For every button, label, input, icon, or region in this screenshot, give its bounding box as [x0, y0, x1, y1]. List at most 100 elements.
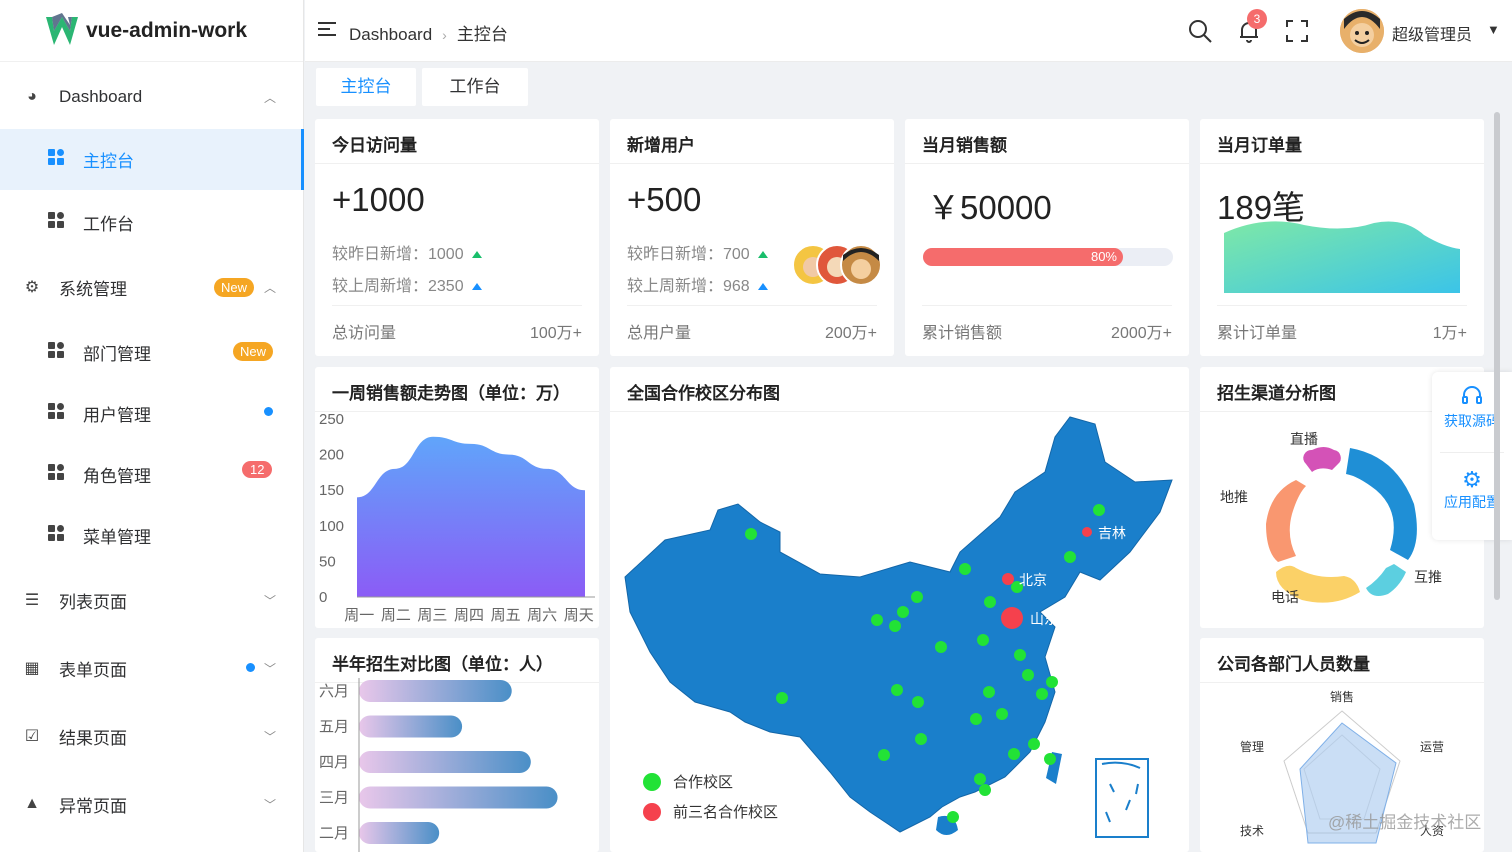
card-title: 当月销售额	[922, 136, 1007, 155]
footer-label: 累计订单量	[1217, 325, 1298, 342]
donut-slice-mutual	[1366, 564, 1406, 596]
divider	[610, 163, 894, 164]
get-source-button[interactable]: 获取源码	[1432, 384, 1512, 431]
campus-dot	[776, 692, 788, 704]
sidebar-item-system[interactable]: ⚙ 系统管理 New ︿	[0, 256, 304, 318]
avatar[interactable]	[1340, 9, 1384, 53]
grid-icon	[46, 211, 66, 233]
app-name: vue-admin-work	[86, 18, 248, 42]
breadcrumb-item[interactable]: Dashboard	[349, 25, 432, 44]
sidebar-item-dashboard[interactable]: ◕ Dashboard ︿	[0, 66, 304, 128]
footer-value: 200万+	[824, 325, 877, 342]
donut-slice-ground	[1266, 480, 1306, 562]
chevron-up-icon: ︿	[264, 280, 277, 295]
chart-label: 互推	[1414, 569, 1442, 585]
sidebar-item-result[interactable]: ☑ 结果页面 ﹀	[0, 706, 304, 766]
up-arrow-icon	[471, 283, 482, 291]
sidebar-item-label: 用户管理	[83, 405, 151, 425]
user-name[interactable]: 超级管理员	[1392, 21, 1472, 45]
legend-label: 前三名合作校区	[673, 804, 778, 821]
divider	[627, 305, 877, 306]
chevron-down-icon: ﹀	[264, 797, 277, 812]
sidebar-item-exception[interactable]: ▲ 异常页面 ﹀	[0, 774, 304, 834]
bar	[359, 680, 512, 702]
stat-sub-text: 较昨日新增：1000	[332, 246, 464, 263]
campus-dot	[911, 591, 923, 603]
table-icon: ▦	[24, 660, 40, 677]
user-avatars-group	[792, 244, 882, 286]
orders-sparkline	[1224, 221, 1460, 293]
sidebar-item-label: Dashboard	[59, 87, 143, 106]
chart-label: 直播	[1290, 431, 1318, 447]
sidebar-item-workbench[interactable]: 工作台	[0, 192, 304, 252]
up-arrow-icon	[757, 283, 768, 291]
campus-dot	[1036, 688, 1048, 700]
logo-icon	[46, 12, 78, 45]
campus-dot	[1064, 551, 1076, 563]
y-tick-label: 五月	[319, 719, 349, 736]
up-arrow-icon	[471, 251, 482, 259]
notification-badge: 3	[1247, 9, 1267, 29]
user-avatar-icon	[1340, 9, 1384, 53]
breadcrumb: Dashboard › 主控台	[349, 20, 508, 45]
stat-card-orders: 当月订单量 189笔 累计订单量 1万+	[1200, 119, 1484, 356]
stat-sub-text: 较昨日新增：700	[627, 246, 750, 263]
chevron-down-icon: ﹀	[264, 729, 277, 744]
sidebar-item-console[interactable]: 主控台	[0, 129, 304, 190]
legend-label: 合作校区	[673, 774, 733, 791]
tab-console[interactable]: 主控台	[316, 68, 416, 106]
footer-value: 100万+	[529, 325, 582, 342]
grid-icon	[46, 149, 66, 170]
top-header: Dashboard › 主控台 3 超级管理员 ▼	[305, 0, 1512, 62]
fullscreen-icon[interactable]	[1286, 20, 1308, 42]
donut-slice-other	[1346, 448, 1417, 560]
sidebar-item-label: 表单页面	[59, 660, 127, 680]
caret-down-icon[interactable]: ▼	[1487, 22, 1500, 37]
app-config-button[interactable]: ⚙ 应用配置	[1432, 468, 1512, 512]
sidebar-item-users[interactable]: 用户管理	[0, 383, 304, 443]
card-title: 当月订单量	[1217, 136, 1302, 155]
stat-sub-line: 较上周新增：2350	[332, 272, 482, 296]
campus-dot	[970, 713, 982, 725]
menu-toggle-icon[interactable]	[318, 22, 336, 40]
top-campus-dot	[1082, 527, 1092, 537]
x-tick-label: 周五	[491, 607, 521, 624]
stat-sub-line: 较上周新增：968	[627, 272, 768, 296]
bar	[359, 786, 558, 809]
sales-progress-bar: 80%	[923, 248, 1173, 266]
sidebar-item-menus[interactable]: 菜单管理	[0, 505, 304, 565]
divider	[315, 163, 599, 164]
sidebar-item-label: 工作台	[83, 214, 134, 234]
campus-dot	[889, 620, 901, 632]
progress-label: 80%	[1090, 249, 1117, 264]
y-tick-label: 250	[319, 411, 344, 428]
sidebar-item-roles[interactable]: 角色管理 12	[0, 444, 304, 504]
campus-dot	[947, 811, 959, 823]
search-icon[interactable]	[1187, 18, 1213, 44]
button-label: 应用配置	[1444, 494, 1500, 510]
y-tick-label: 50	[319, 553, 336, 570]
sidebar-item-list[interactable]: ☰ 列表页面 ﹀	[0, 570, 304, 630]
progress-fill: 80%	[923, 248, 1123, 266]
donut-slice-live	[1303, 447, 1341, 472]
campus-dot	[745, 528, 757, 540]
page-scrollbar[interactable]	[1494, 112, 1500, 600]
campus-dot	[983, 686, 995, 698]
sidebar-item-dept[interactable]: 部门管理 New	[0, 322, 304, 382]
sidebar-item-label: 系统管理	[59, 279, 127, 299]
map-label: 吉林	[1098, 525, 1126, 541]
top-campus-dot	[1001, 607, 1023, 629]
warning-icon: ▲	[24, 795, 40, 812]
sidebar-item-form[interactable]: ▦ 表单页面 ﹀	[0, 638, 304, 698]
gear-icon: ⚙	[24, 279, 40, 296]
stat-card-sales: 当月销售额 ￥50000 80% 累计销售额 2000万+	[905, 119, 1189, 356]
breadcrumb-item: 主控台	[456, 25, 508, 44]
weekly-area-chart: 250 200 150 100 50 0 周一 周二 周三 周四 周五 周六 周天	[319, 411, 595, 624]
tab-workbench[interactable]: 工作台	[422, 68, 528, 106]
stat-value: +500	[627, 181, 702, 218]
y-tick-label: 四月	[319, 754, 349, 771]
app-logo[interactable]: vue-admin-work	[0, 0, 303, 62]
card-title: 一周销售额走势图（单位：万）	[332, 384, 570, 403]
button-label: 获取源码	[1444, 413, 1500, 429]
sidebar-item-label: 角色管理	[83, 466, 151, 486]
